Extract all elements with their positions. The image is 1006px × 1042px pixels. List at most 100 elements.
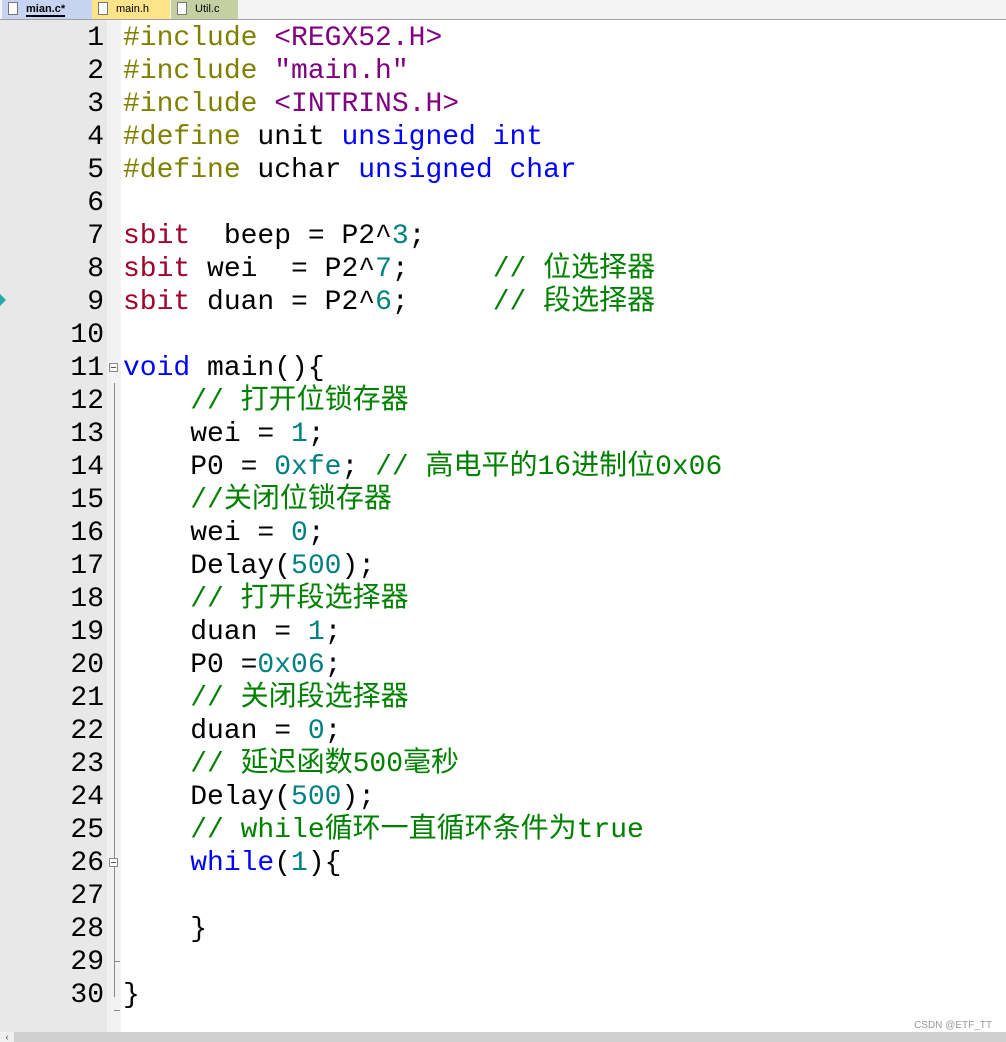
tab-label: Util.c <box>195 3 220 15</box>
code-line[interactable]: 24 Delay(500); <box>0 781 1006 814</box>
code-token: // while循环一直循环条件为true <box>190 815 644 846</box>
code-token: ; <box>324 650 342 681</box>
code-text: #define uchar unsigned char <box>123 154 577 187</box>
code-line[interactable]: 23 // 延迟函数500毫秒 <box>0 748 1006 781</box>
code-line[interactable]: 22 duan = 0; <box>0 715 1006 748</box>
line-number: 4 <box>87 122 104 153</box>
code-token: "main.h" <box>274 56 409 87</box>
code-line[interactable]: 29 <box>0 946 1006 979</box>
tab-mian-c[interactable]: mian.c* <box>2 0 92 19</box>
code-line[interactable]: 8 sbit wei = P2^7; // 位选择器 <box>0 253 1006 286</box>
code-line[interactable]: 20 P0 =0x06; <box>0 649 1006 682</box>
code-text: duan = 0; <box>123 715 341 748</box>
code-line[interactable]: 3 #include <INTRINS.H> <box>0 88 1006 121</box>
code-token: Delay( <box>123 551 292 582</box>
code-token: ; <box>324 617 342 648</box>
code-line[interactable]: 25 // while循环一直循环条件为true <box>0 814 1006 847</box>
code-text: P0 = 0xfe; // 高电平的16进制位0x06 <box>123 451 722 484</box>
code-line[interactable]: 10 <box>0 319 1006 352</box>
code-token: sbit <box>123 287 191 318</box>
code-token: ; <box>391 287 493 318</box>
line-number: 24 <box>70 782 104 813</box>
file-icon <box>98 2 108 15</box>
code-token: sbit <box>123 254 191 285</box>
code-line[interactable]: 5 #define uchar unsigned char <box>0 154 1006 187</box>
scroll-left-arrow-icon[interactable]: ‹ <box>0 1032 14 1042</box>
fold-collapse-icon[interactable] <box>109 363 118 372</box>
tab-main-h[interactable]: main.h <box>92 0 170 19</box>
code-token: unit <box>257 122 342 153</box>
code-token: #include <box>123 56 275 87</box>
code-line[interactable]: 7 sbit beep = P2^3; <box>0 220 1006 253</box>
code-text: // 延迟函数500毫秒 <box>123 748 459 781</box>
code-line[interactable]: 15 //关闭位锁存器 <box>0 484 1006 517</box>
code-line[interactable]: 16 wei = 0; <box>0 517 1006 550</box>
code-token: <INTRINS.H> <box>274 89 460 120</box>
code-token: 1 <box>291 419 308 450</box>
line-number: 22 <box>70 716 104 747</box>
code-text: P0 =0x06; <box>123 649 341 682</box>
tab-label: main.h <box>116 3 150 15</box>
code-token: 6 <box>375 287 392 318</box>
code-token: // 高电平的16进制位0x06 <box>375 452 723 483</box>
code-text: #include "main.h" <box>123 55 409 88</box>
code-token: 500 <box>291 551 342 582</box>
code-editor[interactable]: 1 #include <REGX52.H> 2 #include "main.h" 3 #… <box>0 22 1006 1012</box>
line-number: 28 <box>70 914 104 945</box>
code-line[interactable]: 11 void main(){ <box>0 352 1006 385</box>
code-line[interactable]: 28 } <box>0 913 1006 946</box>
code-text: duan = 1; <box>123 616 341 649</box>
code-token: ){ <box>307 848 342 879</box>
line-number: 13 <box>70 419 104 450</box>
horizontal-scrollbar[interactable]: ‹ <box>0 1032 1006 1042</box>
code-token: wei = <box>123 518 292 549</box>
tab-util-c[interactable]: Util.c <box>171 0 238 19</box>
code-token: // 位选择器 <box>492 254 656 285</box>
code-text: //关闭位锁存器 <box>123 484 392 517</box>
code-line[interactable]: 26 while(1){ <box>0 847 1006 880</box>
code-line[interactable]: 12 // 打开位锁存器 <box>0 385 1006 418</box>
code-token: #define <box>123 155 258 186</box>
code-line[interactable]: 13 wei = 1; <box>0 418 1006 451</box>
code-token: ; <box>341 452 376 483</box>
code-line[interactable]: 30} <box>0 979 1006 1012</box>
code-line[interactable]: 18 // 打开段选择器 <box>0 583 1006 616</box>
code-line[interactable]: 14 P0 = 0xfe; // 高电平的16进制位0x06 <box>0 451 1006 484</box>
code-token: duan = <box>123 716 308 747</box>
code-line[interactable]: 2 #include "main.h" <box>0 55 1006 88</box>
code-line[interactable]: 9 sbit duan = P2^6; // 段选择器 <box>0 286 1006 319</box>
code-text: // 关闭段选择器 <box>123 682 408 715</box>
line-number: 11 <box>70 353 104 384</box>
code-token: beep = P2^ <box>190 221 392 252</box>
line-number: 7 <box>87 221 104 252</box>
code-token: } <box>123 914 208 945</box>
watermark: CSDN @ETF_TT <box>914 1020 992 1031</box>
code-token: #include <box>123 23 275 54</box>
code-token: // 段选择器 <box>492 287 656 318</box>
code-token: ); <box>341 551 376 582</box>
code-text: // while循环一直循环条件为true <box>123 814 644 847</box>
code-token: unsigned char <box>358 155 577 186</box>
code-text: // 打开段选择器 <box>123 583 408 616</box>
code-line[interactable]: 27 <box>0 880 1006 913</box>
line-number: 12 <box>70 386 104 417</box>
code-line[interactable]: 6 <box>0 187 1006 220</box>
code-line[interactable]: 4 #define unit unsigned int <box>0 121 1006 154</box>
code-token: main(){ <box>190 353 325 384</box>
code-text: Delay(500); <box>123 550 375 583</box>
code-token: ; <box>391 254 493 285</box>
code-token: while <box>190 848 275 879</box>
fold-collapse-icon[interactable] <box>109 858 118 867</box>
code-token: //关闭位锁存器 <box>190 485 392 516</box>
code-line[interactable]: 17 Delay(500); <box>0 550 1006 583</box>
code-text: #include <INTRINS.H> <box>123 88 459 121</box>
code-text: sbit duan = P2^6; // 段选择器 <box>123 286 655 319</box>
code-text: sbit wei = P2^7; // 位选择器 <box>123 253 655 286</box>
code-line[interactable]: 19 duan = 1; <box>0 616 1006 649</box>
code-line[interactable]: 21 // 关闭段选择器 <box>0 682 1006 715</box>
code-text: wei = 0; <box>123 517 324 550</box>
code-line[interactable]: 1 #include <REGX52.H> <box>0 22 1006 55</box>
